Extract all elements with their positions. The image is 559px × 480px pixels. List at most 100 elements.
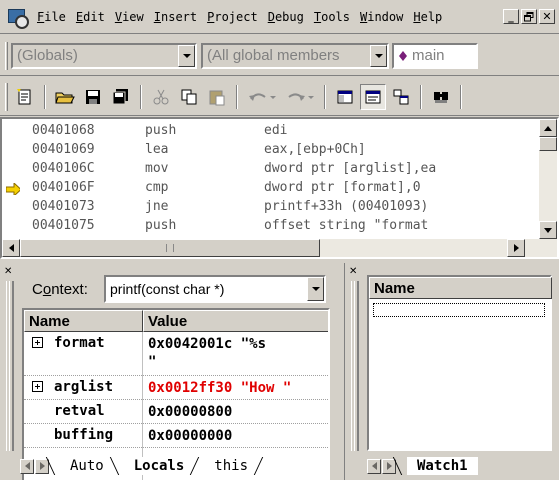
variables-pane: ✕ Context: printf(const char *) Name Val… <box>0 263 340 480</box>
menu-insert[interactable]: Insert <box>149 10 202 24</box>
arrow-right-icon <box>386 462 392 470</box>
tab-scroll-left-button[interactable] <box>367 458 381 474</box>
variable-value[interactable]: 0x0012ff30 "How " <box>148 379 326 397</box>
disassembly-row[interactable]: 0040106F cmp dword ptr [format],0 <box>2 180 532 199</box>
asm-address: 0040106C <box>32 161 95 176</box>
scope-dropdown-button[interactable] <box>178 44 195 67</box>
disassembly-row[interactable]: 0040106C mov dword ptr [arglist],ea <box>2 161 532 180</box>
open-folder-icon[interactable] <box>52 84 78 110</box>
variable-value[interactable]: 0x00000000 <box>148 427 326 445</box>
tab-this[interactable]: this <box>204 457 258 475</box>
watch-grid[interactable]: Name <box>367 275 552 451</box>
menu-tools[interactable]: Tools <box>309 10 355 24</box>
current-instruction-arrow-icon <box>6 183 20 195</box>
menu-view[interactable]: View <box>110 10 149 24</box>
menu-window[interactable]: Window <box>355 10 408 24</box>
pane-grip[interactable] <box>6 281 14 451</box>
save-all-icon[interactable] <box>108 84 134 110</box>
tab-watch1[interactable]: Watch1 <box>407 457 478 475</box>
variable-value[interactable]: 0x00000800 <box>148 403 326 421</box>
menu-help[interactable]: Help <box>408 10 447 24</box>
variable-row[interactable]: retval 0x00000800 <box>24 400 328 424</box>
variable-row[interactable]: format 0x0042001c "%s " <box>24 332 328 376</box>
tab-locals[interactable]: Locals <box>123 457 195 475</box>
members-combo[interactable]: (All global members <box>201 42 389 69</box>
variable-row[interactable]: arglist 0x0012ff30 "How " <box>24 376 328 400</box>
scroll-thumb[interactable] <box>539 137 557 151</box>
asm-address: 00401068 <box>32 123 95 138</box>
context-dropdown-button[interactable] <box>307 277 324 301</box>
menu-label: ebug <box>274 9 304 24</box>
variables-tabs: Auto Locals this <box>20 456 273 476</box>
window-list-icon[interactable] <box>388 84 414 110</box>
scroll-left-button[interactable] <box>2 239 20 257</box>
copy-icon[interactable] <box>176 84 202 110</box>
asm-operands: edi <box>264 123 288 138</box>
disassembly-row[interactable]: 00401075 push offset string "format <box>2 218 532 237</box>
pane-close-icon[interactable]: ✕ <box>4 267 14 277</box>
context-label-accel: o <box>42 281 52 298</box>
menu-accelerator: T <box>313 9 322 24</box>
find-in-files-icon[interactable] <box>428 84 454 110</box>
variable-value[interactable]: 0x0042001c "%s " <box>148 335 326 371</box>
pane-grip[interactable] <box>351 281 359 451</box>
arrow-up-icon <box>544 125 552 131</box>
close-button[interactable]: ✕ <box>539 9 555 24</box>
menu-accelerator: V <box>114 9 123 24</box>
scroll-up-button[interactable] <box>539 119 557 137</box>
context-combo[interactable]: printf(const char *) <box>104 275 326 303</box>
toolbar-grip[interactable] <box>5 41 8 70</box>
menu-debug[interactable]: Debug <box>263 10 309 24</box>
name-column-header[interactable]: Name <box>24 310 143 332</box>
menu-label: roject <box>214 9 258 24</box>
asm-mnemonic: cmp <box>145 180 169 195</box>
menu-file[interactable]: File <box>32 10 71 24</box>
scroll-right-button[interactable] <box>507 239 525 257</box>
disassembly-vertical-scrollbar[interactable] <box>539 119 557 239</box>
restore-icon <box>524 11 534 21</box>
function-combo[interactable]: main <box>392 42 478 69</box>
restore-button[interactable] <box>521 9 537 24</box>
watch-name-header[interactable]: Name <box>369 277 552 299</box>
expand-plus-icon[interactable] <box>32 381 43 392</box>
scroll-down-button[interactable] <box>539 221 557 239</box>
scope-combo[interactable]: (Globals) <box>11 42 197 69</box>
redo-icon[interactable] <box>282 84 318 110</box>
disassembly-horizontal-scrollbar[interactable] <box>2 239 557 257</box>
scope-value: (Globals) <box>17 47 78 64</box>
menu-label: ools <box>321 9 350 24</box>
new-text-file-icon[interactable] <box>12 84 38 110</box>
disassembly-row[interactable]: 00401069 lea eax,[ebp+0Ch] <box>2 142 532 161</box>
save-icon[interactable] <box>80 84 106 110</box>
undo-icon[interactable] <box>244 84 280 110</box>
arrow-right-icon <box>39 462 45 470</box>
variable-row[interactable]: buffing 0x00000000 <box>24 424 328 448</box>
menu-edit[interactable]: Edit <box>71 10 110 24</box>
menu-bar: File Edit View Insert Project Debug Tools Windo… <box>0 0 559 34</box>
tab-scroll-left-button[interactable] <box>20 458 34 474</box>
variables-grid[interactable]: Name Value format 0x0042001c "%s " arglist… <box>22 308 330 480</box>
menu-accelerator: D <box>267 9 275 24</box>
window-controls: _ ✕ <box>503 9 555 24</box>
disassembly-window[interactable]: 00401068 push edi 00401069 lea eax,[ebp+0Ch] 0… <box>0 117 559 259</box>
output-icon[interactable] <box>360 83 386 110</box>
arrow-left-icon <box>8 244 14 252</box>
watch-new-entry[interactable] <box>373 303 545 317</box>
menu-project[interactable]: Project <box>202 10 263 24</box>
toolbar-grip[interactable] <box>5 82 8 111</box>
pane-close-icon[interactable]: ✕ <box>349 267 359 277</box>
workspace-icon[interactable] <box>332 84 358 110</box>
context-value: printf(const char *) <box>110 281 225 297</box>
value-column-header[interactable]: Value <box>143 310 328 332</box>
expand-plus-icon[interactable] <box>32 337 43 348</box>
cut-icon[interactable] <box>148 84 174 110</box>
disassembly-row[interactable]: 00401073 jne printf+33h (00401093) <box>2 199 532 218</box>
disassembly-row[interactable]: 00401068 push edi <box>2 123 532 142</box>
app-icon[interactable] <box>6 6 29 29</box>
members-dropdown-button[interactable] <box>370 44 387 67</box>
context-label-c: C <box>32 281 43 298</box>
scroll-thumb[interactable] <box>20 239 320 257</box>
paste-icon[interactable] <box>204 84 230 110</box>
minimize-button[interactable]: _ <box>503 9 519 24</box>
tab-auto[interactable]: Auto <box>60 457 114 475</box>
